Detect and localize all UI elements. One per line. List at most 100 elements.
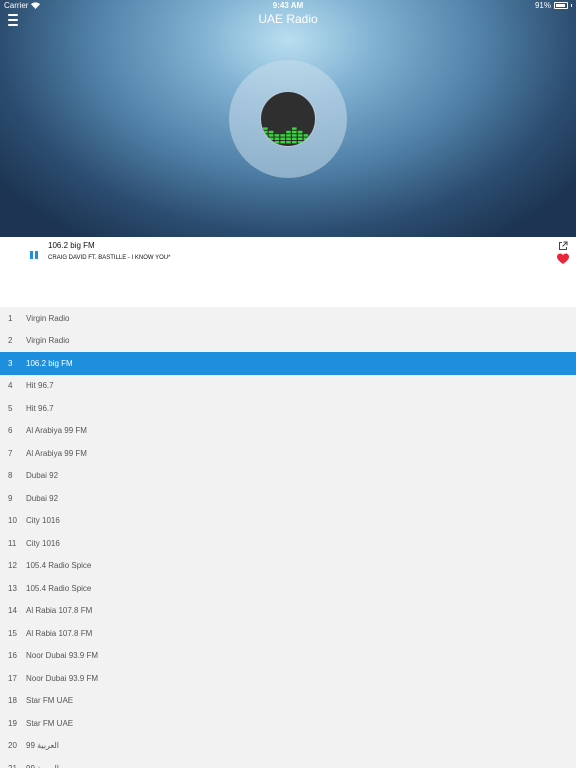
equalizer-segment <box>297 130 303 134</box>
share-icon[interactable] <box>558 241 568 251</box>
station-list-item[interactable]: 6 Al Arabiya 99 FM <box>0 420 576 443</box>
station-number: 16 <box>8 651 17 661</box>
station-list-item[interactable]: 8 Dubai 92 <box>0 465 576 488</box>
station-name: Noor Dubai 93.9 FM <box>26 673 99 683</box>
battery-tip <box>571 4 572 7</box>
station-name: Al Arabiya 99 FM <box>26 426 87 436</box>
station-name: City 1016 <box>26 538 60 548</box>
station-number: 15 <box>8 628 17 638</box>
station-list-item[interactable]: 3 106.2 big FM <box>0 352 576 375</box>
station-number: 8 <box>8 471 13 481</box>
station-list: 1 Virgin Radio 2 Virgin Radio 3 106.2 big FM 4… <box>0 307 576 768</box>
station-name: Virgin Radio <box>26 336 70 346</box>
station-list-item[interactable]: 17 Noor Dubai 93.9 FM <box>0 667 576 690</box>
station-list-item[interactable]: 11 City 1016 <box>0 532 576 555</box>
station-name: Noor Dubai 93.9 FM <box>26 651 99 661</box>
equalizer-segment <box>292 141 297 144</box>
station-number: 20 <box>8 741 17 751</box>
now-playing-station: 106.2 big FM <box>48 241 95 250</box>
equalizer-segment <box>263 137 268 140</box>
station-number: 7 <box>8 448 13 458</box>
station-name: City 1016 <box>26 516 60 526</box>
station-list-item[interactable]: 5 Hit 96.7 <box>0 397 576 420</box>
equalizer-segment <box>303 137 309 140</box>
station-name: Star FM UAE <box>26 696 74 706</box>
equalizer-segment <box>268 134 274 137</box>
equalizer-segment <box>297 141 303 144</box>
station-list-item[interactable]: 4 Hit 96.7 <box>0 375 576 398</box>
pause-button[interactable] <box>30 251 40 261</box>
station-name: Al Arabiya 99 FM <box>26 448 87 458</box>
player-bar: 106.2 big FM CRAIG DAVID FT. BASTILLE - … <box>0 237 576 307</box>
station-number: 10 <box>8 516 17 526</box>
station-list-item[interactable]: 14 Al Rabia 107.8 FM <box>0 600 576 623</box>
station-list-item[interactable]: 13 105.4 Radio Spice <box>0 577 576 600</box>
station-name: Al Rabia 107.8 FM <box>26 628 93 638</box>
equalizer-icon <box>263 127 314 144</box>
station-name: Hit 96.7 <box>26 403 54 413</box>
equalizer-segment <box>309 137 314 140</box>
station-number: 21 <box>0 764 26 768</box>
station-number: 19 <box>8 718 17 728</box>
artwork-inner <box>260 91 316 147</box>
battery-icon <box>554 2 568 9</box>
equalizer-segment <box>292 127 297 130</box>
equalizer-segment <box>268 137 274 140</box>
equalizer-segment <box>297 134 303 137</box>
station-number: 3 <box>8 358 13 368</box>
equalizer-segment <box>309 141 314 144</box>
station-list-item[interactable]: 7 Al Arabiya 99 FM <box>0 442 576 465</box>
station-list-item[interactable]: 1 Virgin Radio <box>0 307 576 330</box>
equalizer-segment <box>280 134 285 137</box>
station-list-item[interactable]: 21العربية 99 <box>0 757 576 768</box>
status-battery: 91% <box>535 1 572 10</box>
pause-icon-bar-left <box>30 251 33 259</box>
equalizer-segment <box>263 127 268 130</box>
station-list-item[interactable]: 9 Dubai 92 <box>0 487 576 510</box>
station-name: 105.4 Radio Spice <box>26 583 92 593</box>
equalizer-segment <box>292 130 297 134</box>
equalizer-segment <box>280 141 285 144</box>
station-name: Dubai 92 <box>26 471 59 481</box>
equalizer-segment <box>274 134 280 137</box>
station-number: 6 <box>8 426 13 436</box>
equalizer-segment <box>286 141 291 144</box>
station-list-item[interactable]: 16 Noor Dubai 93.9 FM <box>0 645 576 668</box>
station-number: 13 <box>8 583 17 593</box>
station-name: 106.2 big FM <box>26 358 73 368</box>
equalizer-segment <box>286 130 291 134</box>
equalizer-segment <box>286 134 291 137</box>
station-name: العربية 99 <box>26 741 59 751</box>
station-list-item[interactable]: 10 City 1016 <box>0 510 576 533</box>
equalizer-segment <box>292 137 297 140</box>
now-playing-track: CRAIG DAVID FT. BASTILLE - I KNOW YOU* <box>48 255 171 261</box>
station-list-item[interactable]: 20 العربية 99 <box>0 735 576 758</box>
station-number: 5 <box>8 403 13 413</box>
battery-percent: 91% <box>534 1 551 10</box>
station-name: 105.4 Radio Spice <box>26 561 92 571</box>
station-name: Virgin Radio <box>26 313 70 323</box>
equalizer-segment <box>286 137 291 140</box>
station-number: 14 <box>8 606 17 616</box>
station-number: 4 <box>8 381 13 391</box>
station-number: 11 <box>8 538 17 548</box>
equalizer-segment <box>268 130 274 134</box>
equalizer-segment <box>280 137 285 140</box>
station-number: 1 <box>8 313 13 323</box>
station-list-item[interactable]: 18 Star FM UAE <box>0 690 576 713</box>
equalizer-segment <box>268 141 274 144</box>
equalizer-segment <box>263 134 268 137</box>
station-list-item[interactable]: 15 Al Rabia 107.8 FM <box>0 622 576 645</box>
pause-icon-bar-right <box>35 251 38 259</box>
equalizer-segment <box>263 141 268 144</box>
equalizer-segment <box>297 137 303 140</box>
station-name: Al Rabia 107.8 FM <box>26 606 93 616</box>
equalizer-segment <box>303 134 309 137</box>
station-list-item[interactable]: 19 Star FM UAE <box>0 712 576 735</box>
station-list-item[interactable]: 2 Virgin Radio <box>0 330 576 353</box>
station-number: 9 <box>8 493 13 503</box>
station-number: 18 <box>8 696 17 706</box>
station-list-item[interactable]: 12 105.4 Radio Spice <box>0 555 576 578</box>
heart-icon[interactable] <box>557 253 569 265</box>
station-number: 17 <box>8 673 17 683</box>
